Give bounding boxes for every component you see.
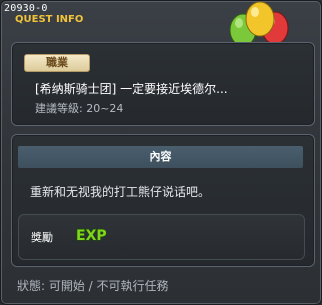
reward-label: 獎勵 — [31, 231, 53, 244]
reward-box: 獎勵 EXP — [18, 214, 305, 260]
job-tab: 職業 — [24, 54, 90, 72]
quest-name: [希纳斯骑士团] 一定要接近埃德尔... — [35, 82, 228, 96]
quest-status: 狀態: 可開始 / 不可執行任務 — [17, 279, 169, 293]
quest-info-window: 20930-0 QUEST INFO 職業 [希纳斯骑士团] 一定要接近埃德尔.… — [0, 0, 322, 305]
exp-icon: EXP — [75, 227, 107, 244]
job-tab-label: 職業 — [46, 56, 68, 69]
window-title: QUEST INFO — [15, 14, 84, 25]
quest-id: 20930-0 — [4, 3, 48, 14]
quest-description: 重新和无视我的打工熊仔说话吧。 — [30, 185, 211, 199]
content-panel: 內容 重新和无视我的打工熊仔说话吧。 獎勵 EXP — [11, 134, 315, 267]
content-header-label: 內容 — [149, 150, 172, 163]
content-header: 內容 — [18, 146, 303, 168]
recommended-level: 建議等級: 20~24 — [35, 102, 124, 115]
job-panel: 職業 [希纳斯骑士团] 一定要接近埃德尔... 建議等級: 20~24 — [11, 42, 315, 126]
exp-text: EXP — [76, 228, 107, 244]
